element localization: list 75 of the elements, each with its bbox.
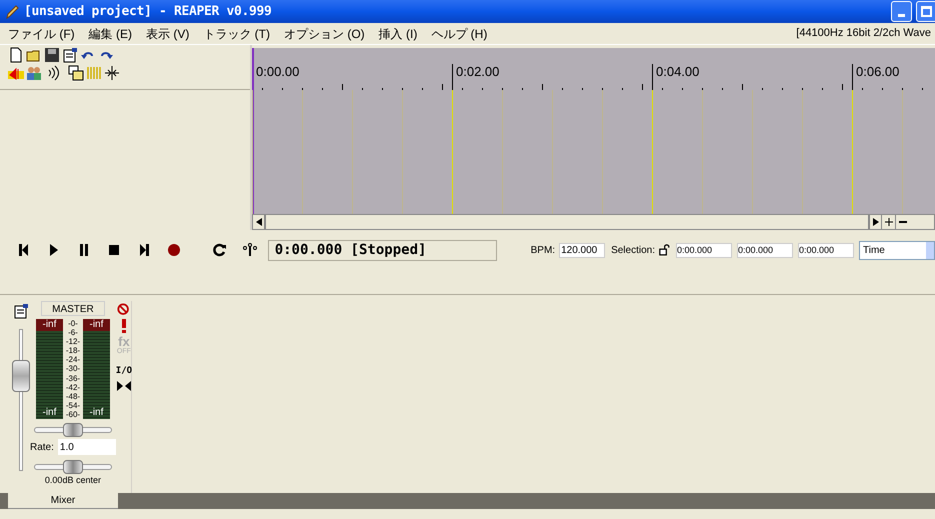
time-display: 0:00.000 [Stopped]: [268, 240, 497, 260]
right-arrow-icon: [872, 218, 878, 226]
zoom-out-button[interactable]: [895, 215, 909, 229]
metronome-icon[interactable]: [242, 242, 258, 258]
time-label: 0:02.00: [456, 63, 500, 81]
menu-item[interactable]: 編集 (E): [88, 24, 132, 42]
padlock-icon[interactable]: [659, 243, 672, 257]
windows-icon[interactable]: [68, 65, 84, 81]
horizontal-scrollbar[interactable]: [252, 214, 935, 230]
properties-icon[interactable]: [13, 303, 29, 319]
menu-item[interactable]: トラック (T): [203, 24, 270, 42]
peak-readout: -inf: [36, 319, 63, 331]
time-mode-dropdown[interactable]: Time: [859, 240, 935, 260]
stop-icon[interactable]: [106, 242, 122, 258]
track-name: MASTER: [40, 301, 105, 316]
marker-icon[interactable]: [8, 65, 24, 81]
io-button[interactable]: I/O: [116, 365, 132, 378]
rate-label: Rate:: [30, 440, 54, 454]
meter-scale-label: -60-: [66, 410, 80, 419]
scroll-right-button[interactable]: [869, 215, 881, 229]
meter-scale-label: -0-: [68, 319, 78, 328]
zoom-in-button[interactable]: [881, 215, 895, 229]
maximize-button[interactable]: [916, 1, 935, 22]
volume-fader-thumb[interactable]: [12, 360, 30, 392]
save-icon[interactable]: [44, 47, 60, 63]
bpm-field[interactable]: 120.000: [559, 242, 606, 258]
meter-scale-label: -18-: [66, 346, 80, 356]
tab-strip-background: [0, 493, 8, 509]
rate-field[interactable]: 1.0: [58, 439, 116, 455]
slider-thumb[interactable]: [62, 423, 83, 437]
menu-item[interactable]: ファイル (F): [8, 24, 75, 42]
selection-label: Selection:: [611, 244, 655, 258]
time-label: 0:00.00: [256, 63, 300, 81]
peak-readout: -inf: [82, 319, 110, 331]
slider-thumb[interactable]: [62, 460, 83, 474]
menu-item[interactable]: 表示 (V): [146, 24, 190, 42]
minus-icon: [898, 218, 906, 226]
pencil-icon: [4, 4, 20, 20]
meter-scale-label: -12-: [66, 337, 80, 346]
volume-pan-readout: 0.00dB center: [44, 474, 101, 487]
audio-status: [44100Hz 16bit 2/2ch Wave: [796, 26, 931, 42]
selection-field[interactable]: 0:00.000: [798, 242, 854, 258]
plus-icon: [884, 218, 892, 226]
mixer-tab[interactable]: Mixer: [8, 493, 118, 509]
menu-item[interactable]: 挿入 (I): [378, 24, 418, 42]
new-file-icon[interactable]: [8, 47, 24, 63]
window-title: [unsaved project] - REAPER v0.999: [24, 2, 272, 21]
record-icon[interactable]: [166, 242, 182, 258]
bowtie-icon[interactable]: [116, 380, 131, 390]
exclamation-icon[interactable]: [120, 319, 127, 333]
scrollbar-thumb[interactable]: [265, 215, 869, 229]
menu-item[interactable]: オプション (O): [284, 24, 365, 42]
minimize-button[interactable]: [891, 1, 912, 22]
level-readout: -inf: [42, 407, 58, 419]
time-label: 0:06.00: [856, 63, 900, 81]
people-icon[interactable]: [26, 65, 42, 81]
meter-scale-label: -36-: [66, 374, 80, 383]
properties-icon[interactable]: [62, 47, 78, 63]
time-label: 0:04.00: [656, 63, 700, 81]
level-readout: -inf: [88, 407, 104, 419]
meter-scale-label: -54-: [66, 400, 80, 410]
meter-scale-label: -30-: [66, 364, 80, 374]
meter-scale-label: -24-: [66, 355, 80, 364]
left-arrow-icon: [256, 218, 262, 226]
selection-field[interactable]: 0:00.000: [737, 242, 793, 258]
meter-scale-label: -42-: [66, 382, 80, 392]
meter-scale-label: -6-: [68, 328, 78, 338]
loop-icon[interactable]: [212, 242, 228, 258]
selection-field[interactable]: 0:00.000: [676, 242, 732, 258]
prohibited-icon[interactable]: [116, 303, 131, 317]
menu-item[interactable]: ヘルプ (H): [431, 24, 488, 42]
split-icon[interactable]: [104, 65, 120, 81]
meter-scale-label: -48-: [66, 392, 80, 401]
volume-fader[interactable]: [12, 329, 30, 471]
bpm-label: BPM:: [530, 244, 556, 258]
